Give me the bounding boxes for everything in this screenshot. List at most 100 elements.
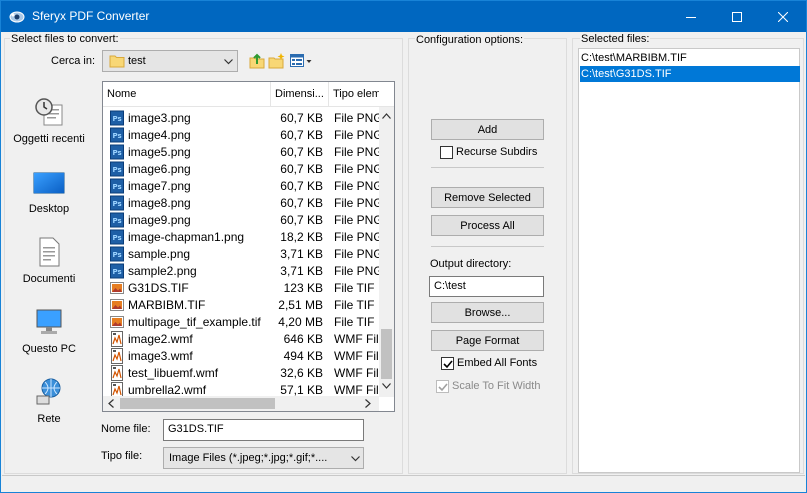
file-row[interactable]: Ps image7.png 60,7 KB File PNG xyxy=(103,178,379,195)
column-type[interactable]: Tipo elem xyxy=(329,82,379,107)
file-name-input[interactable]: G31DS.TIF xyxy=(163,419,364,441)
file-row[interactable]: image3.wmf 494 KB WMF Fil xyxy=(103,348,379,365)
tif-file-icon xyxy=(109,297,125,313)
window-title: Sferyx PDF Converter xyxy=(32,9,150,23)
file-size: 60,7 KB xyxy=(280,128,323,142)
file-row[interactable]: Ps image4.png 60,7 KB File PNG xyxy=(103,127,379,144)
file-size: 60,7 KB xyxy=(280,213,323,227)
file-row[interactable]: Ps image-chapman1.png 18,2 KB File PNG xyxy=(103,229,379,246)
place-network[interactable]: Rete xyxy=(9,372,89,442)
app-window: Sferyx PDF Converter Select files to con… xyxy=(0,0,807,493)
file-row[interactable]: test_libuemf.wmf 32,6 KB WMF Fil xyxy=(103,365,379,382)
desktop-icon xyxy=(33,172,65,194)
up-folder-icon xyxy=(249,53,265,69)
file-type: WMF Fil xyxy=(334,332,379,346)
file-size: 3,71 KB xyxy=(280,264,323,278)
page-format-button[interactable]: Page Format xyxy=(431,330,544,351)
output-directory-input[interactable]: C:\test xyxy=(429,276,544,297)
file-type: File PNG xyxy=(334,111,379,125)
place-recent[interactable]: Oggetti recenti xyxy=(9,92,89,162)
tif-file-icon xyxy=(109,314,125,330)
place-documents[interactable]: Documenti xyxy=(9,232,89,302)
file-row[interactable]: Ps sample.png 3,71 KB File PNG xyxy=(103,246,379,263)
separator xyxy=(431,246,544,247)
checkmark-icon xyxy=(443,360,453,369)
title-bar: Sferyx PDF Converter xyxy=(1,1,806,32)
file-type: File PNG xyxy=(334,145,379,159)
file-size: 57,1 KB xyxy=(280,383,323,397)
look-in-combo[interactable]: test xyxy=(102,50,238,72)
file-row[interactable]: Ps image9.png 60,7 KB File PNG xyxy=(103,212,379,229)
selected-file-item[interactable]: C:\test\MARBIBM.TIF xyxy=(580,50,800,66)
file-type-combo[interactable]: Image Files (*.jpeg;*.jpg;*.gif;*.... xyxy=(163,447,364,469)
place-this-pc[interactable]: Questo PC xyxy=(9,302,89,372)
wmf-file-icon xyxy=(109,348,125,364)
view-menu-button[interactable] xyxy=(289,52,313,70)
file-name: image-chapman1.png xyxy=(128,230,245,244)
remove-selected-button[interactable]: Remove Selected xyxy=(431,187,544,208)
up-folder-button[interactable] xyxy=(248,52,266,70)
file-size: 60,7 KB xyxy=(280,145,323,159)
file-name: umbrella2.wmf xyxy=(128,383,207,397)
vertical-scroll-thumb[interactable] xyxy=(381,329,392,379)
places-bar: Oggetti recenti Desktop Documenti Questo… xyxy=(9,80,89,470)
selected-file-item[interactable]: C:\test\G31DS.TIF xyxy=(580,66,800,82)
vertical-scrollbar[interactable] xyxy=(379,107,394,397)
file-list[interactable]: Nome Dimensi... Tipo elem Ps image3.png 60… xyxy=(102,81,395,412)
embed-fonts-checkbox[interactable] xyxy=(441,357,454,370)
scale-to-fit-label: Scale To Fit Width xyxy=(452,380,541,392)
close-icon xyxy=(778,11,788,22)
column-size[interactable]: Dimensi... xyxy=(271,82,329,107)
svg-text:Ps: Ps xyxy=(113,183,122,191)
svg-text:Ps: Ps xyxy=(113,166,122,174)
scroll-up-icon[interactable] xyxy=(382,113,391,119)
file-row[interactable]: MARBIBM.TIF 2,51 MB File TIF xyxy=(103,297,379,314)
file-name: image7.png xyxy=(128,179,191,193)
add-button[interactable]: Add xyxy=(431,119,544,140)
scroll-right-icon[interactable] xyxy=(365,399,371,408)
svg-text:Ps: Ps xyxy=(113,234,122,242)
embed-fonts-label: Embed All Fonts xyxy=(457,357,538,369)
horizontal-scroll-thumb[interactable] xyxy=(120,398,275,409)
svg-text:Ps: Ps xyxy=(113,251,122,259)
file-name: test_libuemf.wmf xyxy=(128,366,219,380)
file-row[interactable]: G31DS.TIF 123 KB File TIF xyxy=(103,280,379,297)
scroll-left-icon[interactable] xyxy=(108,399,114,408)
recurse-subdirs-checkbox[interactable] xyxy=(440,146,453,159)
file-name: image4.png xyxy=(128,128,191,142)
file-type: WMF Fil xyxy=(334,366,379,380)
file-name: image3.png xyxy=(128,111,191,125)
wmf-file-icon xyxy=(109,365,125,381)
selected-files-list[interactable]: C:\test\MARBIBM.TIF C:\test\G31DS.TIF xyxy=(578,48,800,473)
scale-to-fit-checkbox[interactable] xyxy=(436,380,449,393)
file-row[interactable]: Ps image6.png 60,7 KB File PNG xyxy=(103,161,379,178)
maximize-button[interactable] xyxy=(714,1,760,32)
folder-icon xyxy=(109,55,125,68)
place-recent-label: Oggetti recenti xyxy=(13,133,85,145)
file-row[interactable]: multipage_tif_example.tif 4,20 MB File TIF xyxy=(103,314,379,331)
close-button[interactable] xyxy=(760,1,806,32)
file-name-label: Nome file: xyxy=(101,423,151,435)
svg-text:Ps: Ps xyxy=(113,149,122,157)
new-folder-button[interactable] xyxy=(268,52,286,70)
file-row[interactable]: Ps image8.png 60,7 KB File PNG xyxy=(103,195,379,212)
file-row[interactable]: Ps image5.png 60,7 KB File PNG xyxy=(103,144,379,161)
minimize-button[interactable] xyxy=(668,1,714,32)
png-file-icon: Ps xyxy=(109,195,125,211)
file-name: image6.png xyxy=(128,162,191,176)
browse-button[interactable]: Browse... xyxy=(431,302,544,323)
process-all-button[interactable]: Process All xyxy=(431,215,544,236)
png-file-icon: Ps xyxy=(109,144,125,160)
file-row[interactable]: image2.wmf 646 KB WMF Fil xyxy=(103,331,379,348)
scroll-down-icon[interactable] xyxy=(382,383,391,389)
column-name[interactable]: Nome xyxy=(103,82,271,107)
file-size: 646 KB xyxy=(283,332,323,346)
file-type: File PNG xyxy=(334,247,379,261)
png-file-icon: Ps xyxy=(109,110,125,126)
file-row[interactable]: Ps sample2.png 3,71 KB File PNG xyxy=(103,263,379,280)
file-row[interactable]: Ps image3.png 60,7 KB File PNG xyxy=(103,110,379,127)
file-type-label: Tipo file: xyxy=(101,450,143,462)
place-desktop[interactable]: Desktop xyxy=(9,162,89,232)
svg-text:Ps: Ps xyxy=(113,115,122,123)
horizontal-scrollbar[interactable] xyxy=(103,396,379,411)
